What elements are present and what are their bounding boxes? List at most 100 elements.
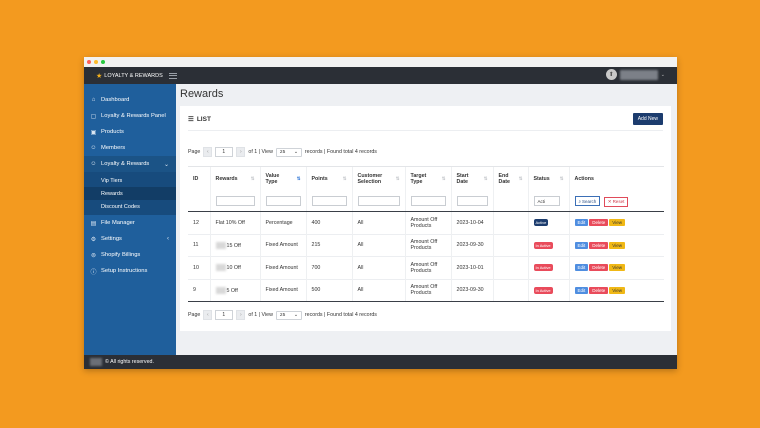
column-header-target-type[interactable]: Target Type ⇅	[404, 166, 451, 192]
user-menu[interactable]: ⬆ ⌄	[605, 69, 665, 80]
delete-button[interactable]: Delete	[589, 219, 609, 227]
sidebar-item-settings[interactable]: ⚙ Settings ‹	[84, 231, 176, 247]
column-header-value-type[interactable]: Value Type ⇅	[259, 166, 306, 192]
filter-cell	[209, 191, 260, 212]
header-text: Date	[498, 179, 510, 186]
info-icon: ⓘ	[90, 269, 97, 276]
menu-toggle-icon[interactable]	[168, 72, 177, 79]
target-line: Products	[410, 245, 432, 252]
prev-page-button[interactable]: ‹	[203, 147, 213, 157]
close-dot-icon[interactable]	[87, 60, 91, 64]
cell-start-date: 2023-09-30	[450, 278, 493, 302]
rewards-filter-input[interactable]	[215, 196, 255, 207]
sidebar-item-label: Settings	[101, 236, 122, 242]
header-text: Date	[456, 179, 468, 186]
reset-button[interactable]: ✕ Reset	[603, 196, 629, 207]
view-button[interactable]: View	[609, 219, 625, 227]
delete-button[interactable]: Delete	[589, 241, 609, 249]
filter-cell	[351, 191, 405, 212]
gear-icon: ⚙	[90, 236, 97, 243]
customer-filter-input[interactable]	[357, 196, 400, 207]
brand-logo[interactable]: ★ LOYALTY & REWARDS	[84, 72, 163, 80]
next-page-button[interactable]: ›	[236, 147, 246, 157]
minimize-dot-icon[interactable]	[94, 60, 98, 64]
filter-cell: Acti	[527, 191, 569, 212]
edit-button[interactable]: Edit	[574, 219, 589, 227]
prev-page-button[interactable]: ‹	[203, 310, 213, 320]
sort-icon: ⇅	[250, 176, 255, 182]
cell-target-type: Amount Off Products	[404, 278, 451, 302]
cell-reward: 10 Off	[209, 256, 260, 279]
add-new-button[interactable]: Add New	[632, 113, 663, 125]
cell-value-type: Fixed Amount	[259, 233, 306, 257]
view-button[interactable]: View	[609, 241, 625, 249]
delete-button[interactable]: Delete	[589, 264, 609, 272]
column-header-id[interactable]: ID	[188, 166, 210, 192]
filter-cell: ⌕ Search ✕ Reset	[568, 191, 664, 212]
page-input[interactable]: 1	[215, 310, 234, 320]
header-text: ID	[193, 176, 199, 183]
cell-value-type: Percentage	[259, 211, 306, 234]
sort-icon: ⇅	[518, 176, 523, 182]
sidebar-item-panel[interactable]: ▢ Loyalty & Rewards Panel	[84, 108, 176, 124]
sidebar-item-label: Loyalty & Rewards	[101, 161, 150, 167]
filter-cell	[188, 191, 210, 212]
edit-button[interactable]: Edit	[574, 264, 589, 272]
next-page-button[interactable]: ›	[236, 310, 246, 320]
main-content: Rewards ☰ LIST Add New Page ‹ 1 › of 1 |…	[176, 84, 677, 355]
view-button[interactable]: View	[609, 286, 625, 294]
maximize-dot-icon[interactable]	[101, 60, 105, 64]
view-select[interactable]: 25 ⌄	[275, 147, 302, 157]
points-filter-input[interactable]	[311, 196, 347, 207]
sidebar-item-loyalty-rewards[interactable]: ☺ Loyalty & Rewards ⌄	[84, 156, 176, 172]
window-chrome	[84, 57, 677, 67]
table-row: 12 Flat 10% Off Percentage 400 All Amoun…	[188, 211, 664, 234]
sidebar-item-products[interactable]: ▣ Products	[84, 124, 176, 140]
sidebar-item-file-manager[interactable]: ▤ File Manager	[84, 215, 176, 231]
cell-value-type: Fixed Amount	[259, 278, 306, 302]
sidebar-item-label: Dashboard	[101, 97, 130, 103]
column-header-start-date[interactable]: Start Date ⇅	[450, 166, 493, 192]
view-button[interactable]: View	[609, 264, 625, 272]
delete-button[interactable]: Delete	[589, 286, 609, 294]
home-icon: ⌂	[91, 97, 96, 103]
header-text: Type	[410, 179, 423, 186]
edit-button[interactable]: Edit	[574, 286, 589, 294]
sidebar-subitem-discount-codes[interactable]: Discount Codes	[84, 200, 176, 213]
search-button[interactable]: ⌕ Search	[574, 196, 601, 206]
sidebar-subitem-rewards[interactable]: Rewards	[84, 187, 176, 200]
target-type-filter-input[interactable]	[410, 196, 446, 207]
status-filter-select[interactable]: Acti	[533, 196, 560, 207]
sidebar-item-members[interactable]: ☺ Members	[84, 140, 176, 156]
cell-end-date	[492, 278, 528, 302]
header-text: Rewards	[215, 176, 238, 183]
sidebar-item-setup[interactable]: ⓘ Setup Instructions	[84, 263, 176, 279]
page-input[interactable]: 1	[215, 147, 234, 157]
column-header-customer-selection[interactable]: Customer Selection ⇅	[351, 166, 405, 192]
sidebar-subitem-vip-tiers[interactable]: Vip Tiers	[84, 174, 176, 187]
table-header-row: ID Rewards ⇅ Value Type ⇅ Points ⇅ Customer S…	[188, 166, 664, 192]
cell-reward: Flat 10% Off	[209, 211, 260, 234]
header-text: Points	[311, 176, 328, 183]
chevron-left-icon: ‹	[167, 236, 169, 242]
sidebar-item-billings[interactable]: ⊚ Shopify Billings	[84, 247, 176, 263]
header-text: Status	[533, 176, 550, 183]
avatar: ⬆	[605, 69, 617, 80]
column-header-rewards[interactable]: Rewards ⇅	[209, 166, 260, 192]
value-type-filter-input[interactable]	[265, 196, 301, 207]
records-found-text: records | Found total 4 records	[304, 149, 377, 155]
target-line: Products	[410, 267, 432, 274]
cell-id: 11	[188, 233, 210, 257]
start-date-filter-input[interactable]	[456, 196, 488, 207]
view-select[interactable]: 25 ⌄	[275, 310, 302, 320]
column-header-status[interactable]: Status ⇅	[527, 166, 569, 192]
column-header-end-date[interactable]: End Date ⇅	[492, 166, 528, 192]
sidebar-item-dashboard[interactable]: ⌂ Dashboard	[84, 92, 176, 108]
column-header-points[interactable]: Points ⇅	[305, 166, 352, 192]
edit-button[interactable]: Edit	[574, 241, 589, 249]
header-text: Actions	[574, 176, 594, 183]
username-blurred	[619, 69, 658, 80]
sidebar-item-label: File Manager	[101, 220, 135, 226]
cell-actions: Edit Delete View	[568, 233, 664, 257]
header-text: Selection	[357, 179, 382, 186]
